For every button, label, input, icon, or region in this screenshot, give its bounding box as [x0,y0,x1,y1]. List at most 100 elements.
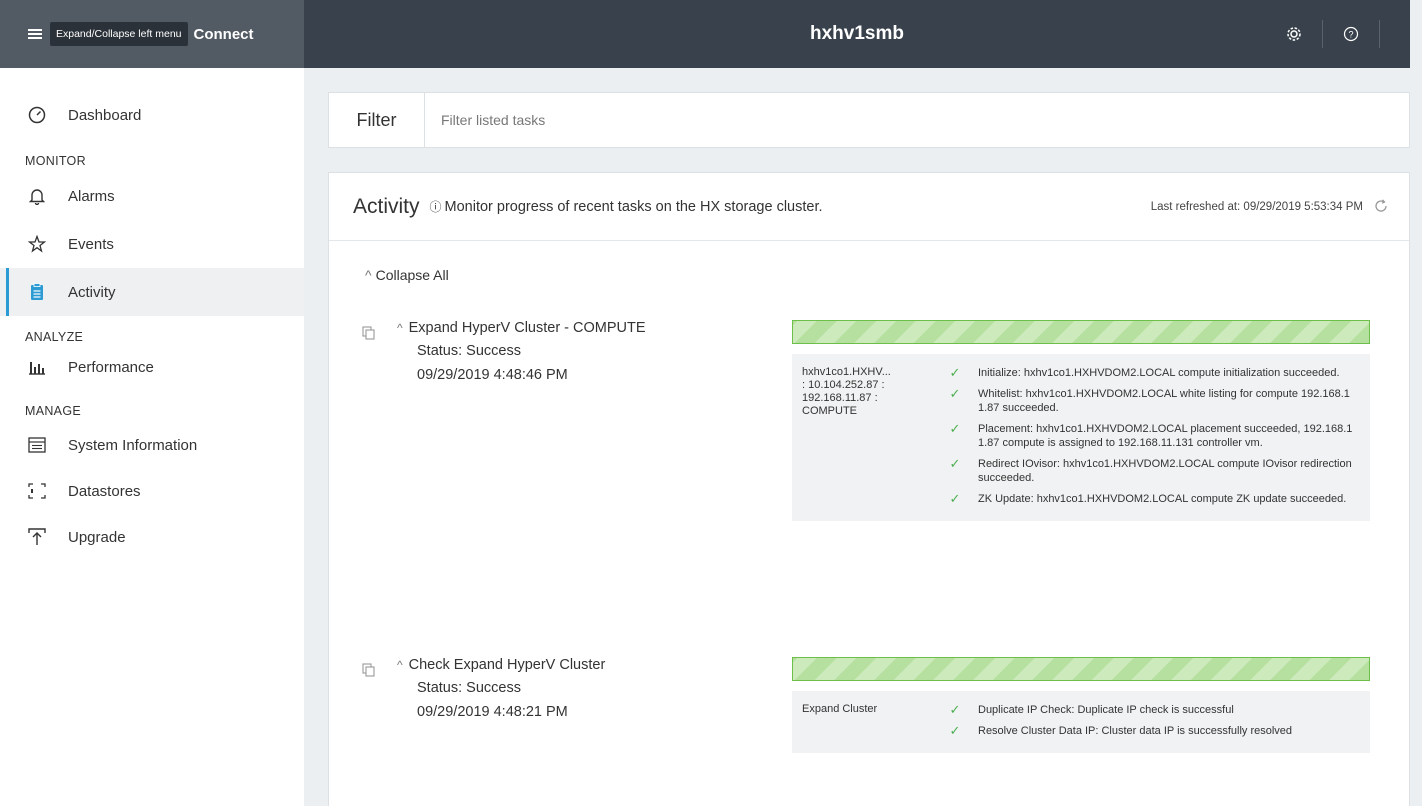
topbar-brand-area: Expand/Collapse left menu Connect [0,0,304,68]
system-info-icon [28,436,46,454]
step-text: Whitelist: hxhv1co1.HXHVDOM2.LOCAL white… [978,388,1350,414]
settings-gear-icon[interactable] [1276,16,1312,52]
topbar-divider [1379,20,1380,48]
section-manage: MANAGE [25,404,81,418]
filter-label: Filter [329,93,425,147]
host-line: hxhv1co1.HXHV... [802,366,891,378]
task-step: ✓ Resolve Cluster Data IP: Cluster data I… [932,724,1370,738]
step-text: Duplicate IP Check: Duplicate IP check i… [978,704,1234,716]
sidebar-item-label: System Information [68,436,198,454]
chevron-up-icon: ^ [397,658,403,672]
sidebar-item-label: Datastores [68,482,141,500]
task-step: ✓ Initialize: hxhv1co1.HXHVDOM2.LOCAL com… [932,366,1370,380]
task-progress-bar [792,657,1370,681]
task-status: Status: Success [417,343,521,359]
checkmark-icon: ✓ [949,491,961,506]
sidebar-item-label: Performance [68,358,154,376]
step-text: Placement: hxhv1co1.HXHVDOM2.LOCAL place… [978,423,1353,449]
info-icon: ⓘ [429,200,442,214]
main-content: Filter Activity ⓘ Monitor progress of re… [328,92,1410,806]
task-timestamp: 09/29/2019 4:48:46 PM [417,367,568,383]
host-line: : 10.104.252.87 : [802,379,885,391]
bell-icon [28,187,46,205]
refresh-area: Last refreshed at: 09/29/2019 5:53:34 PM [1151,173,1389,241]
chevron-up-icon: ^ [397,321,403,335]
host-line: Expand Cluster [802,703,878,715]
task-steps: ✓ Duplicate IP Check: Duplicate IP check … [932,703,1370,745]
activity-description: Monitor progress of recent tasks on the … [444,198,823,215]
filter-bar: Filter [328,92,1410,148]
topbar-icons: ? [1276,0,1390,68]
menu-tooltip: Expand/Collapse left menu [50,22,188,46]
activity-header: Activity ⓘ Monitor progress of recent ta… [329,173,1409,241]
task-summary: ^ Expand HyperV Cluster - COMPUTE Status:… [397,320,646,383]
task-progress-bar [792,320,1370,344]
refresh-icon[interactable] [1373,198,1389,217]
dashboard-gauge-icon [28,106,46,124]
collapse-all-label: Collapse All [375,267,449,283]
brand-name: Connect [193,25,254,43]
task-name[interactable]: ^ Expand HyperV Cluster - COMPUTE [397,320,646,336]
sidebar-item-datastores[interactable]: Datastores [0,468,304,514]
left-sidebar: Dashboard MONITOR Alarms Events Activity… [0,68,304,806]
events-star-icon [28,235,46,253]
task-step: ✓ Placement: hxhv1co1.HXHVDOM2.LOCAL plac… [932,422,1370,450]
chevron-up-icon: ^ [365,267,372,283]
checkmark-icon: ✓ [949,365,961,380]
sidebar-item-alarms[interactable]: Alarms [0,172,304,220]
task-summary: ^ Check Expand HyperV Cluster Status: Suc… [397,657,605,720]
sidebar-item-upgrade[interactable]: Upgrade [0,514,304,560]
clipboard-icon [28,283,46,301]
topbar-divider [1322,20,1323,48]
checkmark-icon: ✓ [949,386,961,401]
checkmark-icon: ✓ [949,702,961,717]
step-text: Redirect IOvisor: hxhv1co1.HXHVDOM2.LOCA… [978,458,1352,484]
bar-chart-icon [28,358,46,376]
section-analyze: ANALYZE [25,330,84,344]
task-host: Expand Cluster [792,703,932,745]
task-step: ✓ Redirect IOvisor: hxhv1co1.HXHVDOM2.LOC… [932,457,1370,485]
top-bar: Expand/Collapse left menu Connect hxhv1s… [0,0,1410,68]
hamburger-menu-icon[interactable] [28,29,42,39]
section-monitor: MONITOR [25,154,86,168]
task-status: Status: Success [417,680,521,696]
task-timestamp: 09/29/2019 4:48:21 PM [417,704,568,720]
task-steps: ✓ Initialize: hxhv1co1.HXHVDOM2.LOCAL com… [932,366,1370,513]
task-step: ✓ Duplicate IP Check: Duplicate IP check … [932,703,1370,717]
sidebar-item-label: Events [68,235,114,253]
checkmark-icon: ✓ [949,723,961,738]
upgrade-arrow-icon [28,528,46,546]
checkmark-icon: ✓ [949,456,961,471]
collapse-all-button[interactable]: ^ Collapse All [365,267,449,283]
task-name[interactable]: ^ Check Expand HyperV Cluster [397,657,605,673]
step-text: Resolve Cluster Data IP: Cluster data IP… [978,725,1293,737]
sidebar-item-label: Upgrade [68,528,126,546]
task-detail: Expand Cluster ✓ Duplicate IP Check: Dupl… [792,691,1370,753]
task-name-label: Check Expand HyperV Cluster [408,657,606,673]
sidebar-item-label: Activity [68,283,116,301]
sidebar-item-label: Dashboard [68,106,142,124]
step-text: ZK Update: hxhv1co1.HXHVDOM2.LOCAL compu… [978,493,1347,505]
svg-text:?: ? [1348,30,1353,40]
copy-icon[interactable] [362,326,376,340]
task-step: ✓ Whitelist: hxhv1co1.HXHVDOM2.LOCAL whit… [932,387,1370,415]
task-name-label: Expand HyperV Cluster - COMPUTE [408,320,646,336]
sidebar-item-label: Alarms [68,187,115,205]
help-icon[interactable]: ? [1333,16,1369,52]
sidebar-item-system-information[interactable]: System Information [0,422,304,468]
host-line: COMPUTE [802,405,857,417]
copy-icon[interactable] [362,663,376,677]
task-host: hxhv1co1.HXHV... : 10.104.252.87 : 192.1… [792,366,932,513]
sidebar-item-activity[interactable]: Activity [0,268,304,316]
sidebar-item-dashboard[interactable]: Dashboard [0,92,304,138]
sidebar-item-events[interactable]: Events [0,220,304,268]
filter-input[interactable] [425,93,1409,147]
checkmark-icon: ✓ [949,421,961,436]
activity-title: Activity [353,194,420,218]
step-text: Initialize: hxhv1co1.HXHVDOM2.LOCAL comp… [978,367,1340,379]
datastore-icon [28,482,46,500]
host-line: 192.168.11.87 : [802,392,878,404]
cluster-title: hxhv1smb [810,23,904,44]
sidebar-item-performance[interactable]: Performance [0,344,304,390]
last-refreshed-text: Last refreshed at: 09/29/2019 5:53:34 PM [1150,201,1363,213]
